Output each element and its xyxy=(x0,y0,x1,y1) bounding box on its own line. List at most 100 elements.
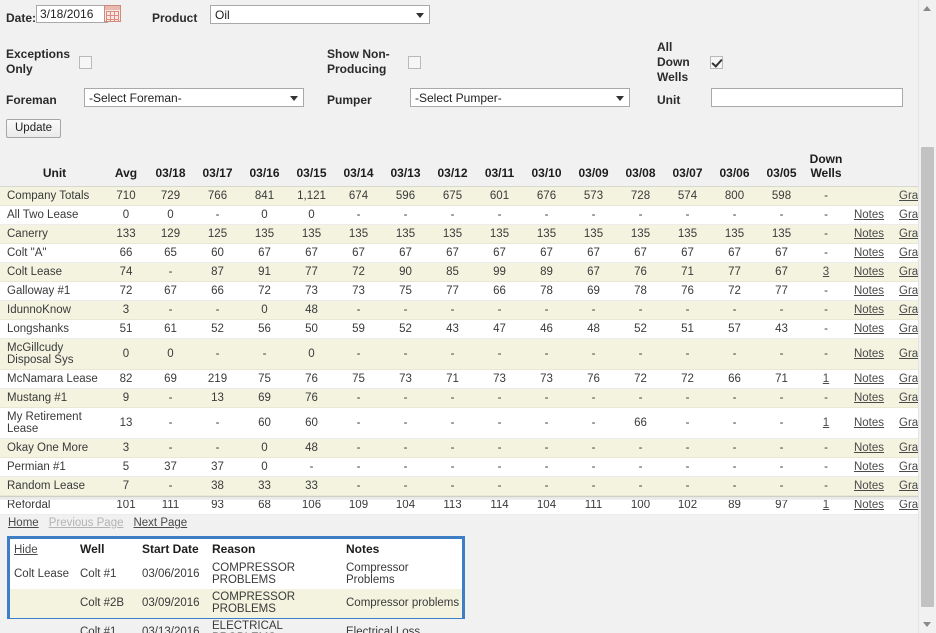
down-wells-count-link[interactable]: 1 xyxy=(823,417,829,429)
production-value-cell: 52 xyxy=(617,319,664,339)
notes-link[interactable]: Notes xyxy=(854,247,884,259)
notes-link[interactable]: Notes xyxy=(854,480,884,492)
graph-link[interactable]: Graph xyxy=(899,480,919,492)
production-value-cell: - xyxy=(664,300,711,320)
production-value-cell: 66 xyxy=(711,369,758,389)
production-value-cell: 67 xyxy=(758,262,805,282)
graph-link[interactable]: Graph xyxy=(899,461,919,473)
graph-link[interactable]: Graph xyxy=(899,304,919,316)
production-value-cell: 75 xyxy=(382,281,429,301)
notes-cell: Notes xyxy=(847,300,891,320)
production-value-cell: - xyxy=(758,205,805,225)
production-value-cell: - xyxy=(335,457,382,477)
previous-page-link[interactable]: Previous Page xyxy=(49,517,124,529)
notes-link[interactable]: Notes xyxy=(854,285,884,297)
production-value-cell: 48 xyxy=(288,300,335,320)
scrollbar-track[interactable] xyxy=(919,17,936,616)
notes-link[interactable]: Notes xyxy=(854,499,884,511)
vertical-scrollbar[interactable] xyxy=(918,0,936,633)
next-page-link[interactable]: Next Page xyxy=(133,517,187,529)
notes-link[interactable]: Notes xyxy=(854,417,884,429)
exceptions-only-checkbox[interactable] xyxy=(79,56,92,69)
table-bottom-shadow xyxy=(0,497,919,500)
production-value-cell: 72 xyxy=(617,369,664,389)
production-value-cell: 73 xyxy=(335,281,382,301)
column-header-03-18: 03/18 xyxy=(147,148,194,187)
calendar-icon[interactable] xyxy=(104,5,121,22)
graph-link[interactable]: Graph xyxy=(899,247,919,259)
notes-link[interactable]: Notes xyxy=(854,323,884,335)
production-value-cell: - xyxy=(382,438,429,458)
column-header-avg: Avg xyxy=(105,148,147,187)
production-value-cell: 67 xyxy=(476,243,523,263)
graph-link[interactable]: Graph xyxy=(899,209,919,221)
production-value-cell: 135 xyxy=(617,224,664,244)
notes-link[interactable]: Notes xyxy=(854,373,884,385)
graph-link[interactable]: Graph xyxy=(899,190,919,202)
notes-link[interactable]: Notes xyxy=(854,348,884,360)
graph-link[interactable]: Graph xyxy=(899,417,919,429)
notes-cell: Notes xyxy=(847,205,891,225)
update-button[interactable]: Update xyxy=(6,119,62,138)
graph-link[interactable]: Graph xyxy=(899,392,919,404)
down-wells-row: Colt #2B 03/09/2016 COMPRESSOR PROBLEMS Com… xyxy=(10,589,462,618)
production-value-cell: 61 xyxy=(147,319,194,339)
production-value-cell: 89 xyxy=(523,262,570,282)
graph-link[interactable]: Graph xyxy=(899,285,919,297)
scroll-down-arrow-icon[interactable] xyxy=(919,616,936,633)
notes-link[interactable]: Notes xyxy=(854,461,884,473)
scrollbar-thumb[interactable] xyxy=(921,147,934,607)
graph-link[interactable]: Graph xyxy=(899,266,919,278)
notes-link[interactable]: Notes xyxy=(854,442,884,454)
down-wells-count-link[interactable]: 1 xyxy=(823,499,829,511)
down-wells-column-header-well: Well xyxy=(76,539,138,560)
production-value-cell: 51 xyxy=(664,319,711,339)
production-value-cell: - xyxy=(570,438,617,458)
down-wells-cell: 3 xyxy=(805,262,847,282)
production-value-cell: 99 xyxy=(476,262,523,282)
pumper-select[interactable]: -Select Pumper- xyxy=(410,88,630,107)
notes-link[interactable]: Notes xyxy=(854,392,884,404)
foreman-select[interactable]: -Select Foreman- xyxy=(84,88,304,107)
production-value-cell: 76 xyxy=(617,262,664,282)
scroll-up-arrow-icon[interactable] xyxy=(919,0,936,17)
production-value-cell: - xyxy=(570,300,617,320)
production-value-cell: - xyxy=(711,438,758,458)
unit-name-cell: Random Lease xyxy=(0,476,105,496)
table-row: Permian #1537370------------NotesGraph xyxy=(0,457,919,477)
notes-link[interactable]: Notes xyxy=(854,228,884,240)
hide-link[interactable]: Hide xyxy=(14,544,38,556)
notes-link[interactable]: Notes xyxy=(854,209,884,221)
home-link[interactable]: Home xyxy=(8,517,39,529)
show-non-producing-checkbox[interactable] xyxy=(408,56,421,69)
production-value-cell: - xyxy=(429,457,476,477)
production-value-cell: 67 xyxy=(664,243,711,263)
notes-link[interactable]: Notes xyxy=(854,266,884,278)
graph-link[interactable]: Graph xyxy=(899,442,919,454)
graph-link[interactable]: Graph xyxy=(899,323,919,335)
down-wells-count-link[interactable]: 1 xyxy=(823,373,829,385)
notes-link[interactable]: Notes xyxy=(854,304,884,316)
down-wells-count-link[interactable]: 3 xyxy=(823,266,829,278)
graph-cell: Graph xyxy=(891,300,919,320)
production-value-cell: - xyxy=(758,438,805,458)
notes-cell: Notes xyxy=(847,281,891,301)
down-wells-cell: - xyxy=(805,388,847,408)
production-value-cell: - xyxy=(147,476,194,496)
production-value-cell: 33 xyxy=(241,476,288,496)
graph-link[interactable]: Graph xyxy=(899,499,919,511)
unit-input[interactable] xyxy=(711,88,903,107)
graph-link[interactable]: Graph xyxy=(899,348,919,360)
unit-name-cell: Colt "A" xyxy=(0,243,105,263)
production-value-cell: - xyxy=(382,300,429,320)
product-select[interactable]: Oil xyxy=(210,5,430,24)
down-wells-lease-cell: Colt Lease xyxy=(14,568,69,580)
production-value-cell: 676 xyxy=(523,186,570,206)
production-value-cell: - xyxy=(664,407,711,439)
all-down-wells-checkbox[interactable] xyxy=(710,56,723,69)
column-header-down-wells: Down Wells xyxy=(805,148,847,187)
graph-link[interactable]: Graph xyxy=(899,228,919,240)
date-input[interactable] xyxy=(36,5,108,23)
graph-link[interactable]: Graph xyxy=(899,373,919,385)
production-value-cell: 66 xyxy=(105,243,147,263)
